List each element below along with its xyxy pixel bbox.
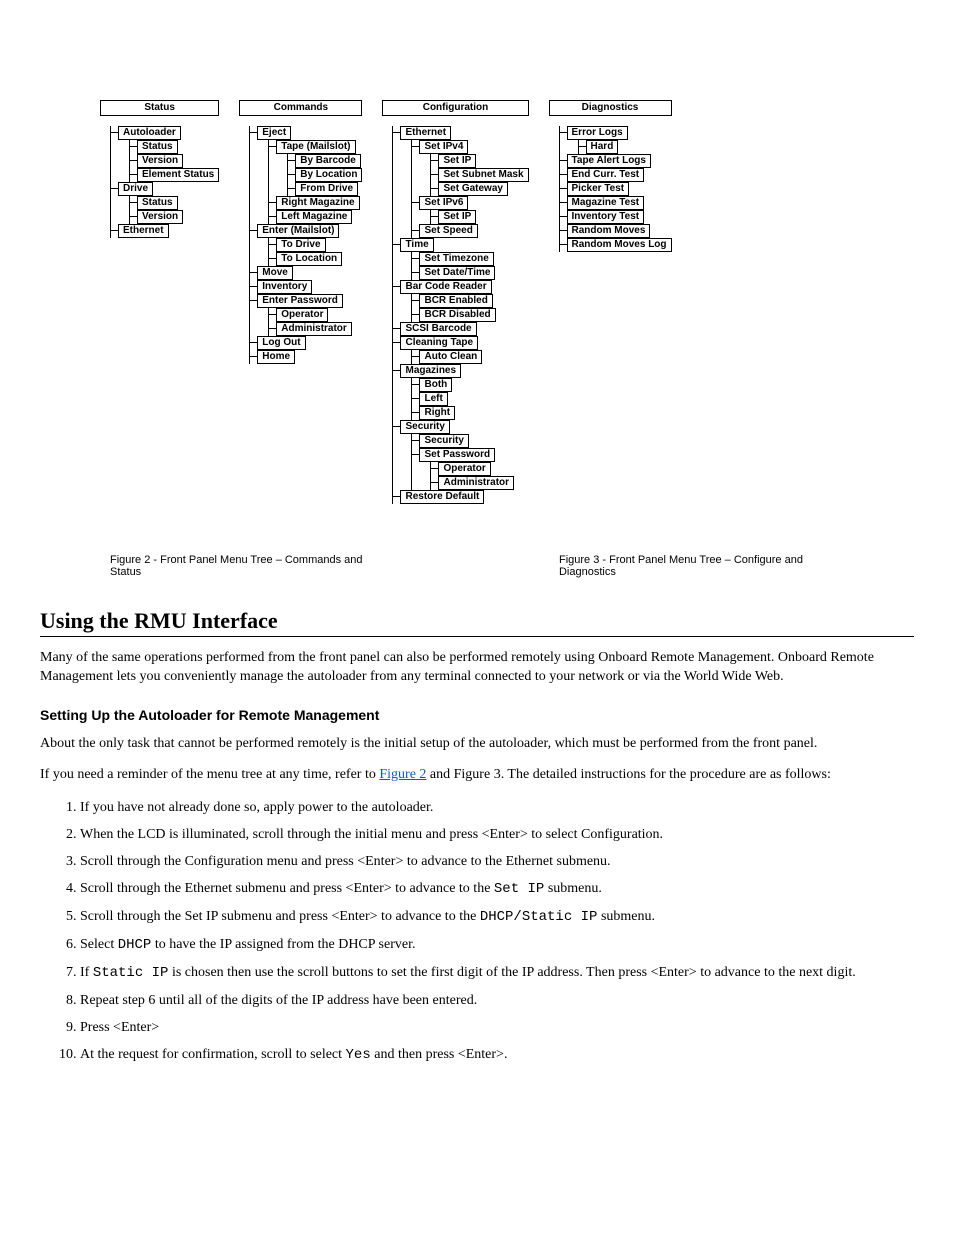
- heading-setup-remote: Setting Up the Autoloader for Remote Man…: [40, 707, 914, 723]
- tree-node: Version: [137, 210, 183, 224]
- figure-2-link[interactable]: Figure 2: [379, 767, 426, 782]
- tree-node: BCR Disabled: [419, 308, 495, 322]
- tree-node: Hard: [586, 140, 619, 154]
- tree-node: Restore Default: [400, 490, 484, 504]
- tree-header: Diagnostics: [549, 100, 672, 116]
- step-6: Select DHCP to have the IP assigned from…: [80, 934, 914, 956]
- status-menu-tree: StatusAutoloaderStatusVersionElement Sta…: [100, 100, 219, 238]
- tree-node: Autoloader: [118, 126, 181, 140]
- tree-node: Operator: [276, 308, 328, 322]
- tree-node: Magazine Test: [567, 196, 645, 210]
- tree-node: Bar Code Reader: [400, 280, 491, 294]
- tree-node: Log Out: [257, 336, 305, 350]
- diagnostics-menu-tree: Diagnostics Error LogsHardTape Alert Logs…: [549, 100, 672, 252]
- tree-node: Set Subnet Mask: [438, 168, 528, 182]
- tree-node: Element Status: [137, 168, 219, 182]
- tree-node: Inventory: [257, 280, 312, 294]
- menu-trees-figure: StatusAutoloaderStatusVersionElement Sta…: [40, 0, 914, 524]
- tree-node: Set Timezone: [419, 252, 493, 266]
- step-5: Scroll through the Set IP submenu and pr…: [80, 906, 914, 928]
- tree-node: From Drive: [295, 182, 358, 196]
- tree-node: Set Date/Time: [419, 266, 495, 280]
- step-8: Repeat step 6 until all of the digits of…: [80, 990, 914, 1011]
- tree-node: Time: [400, 238, 433, 252]
- figure-3-caption: Figure 3 - Front Panel Menu Tree – Confi…: [559, 554, 844, 578]
- step-4: Scroll through the Ethernet submenu and …: [80, 878, 914, 900]
- tree-node: Administrator: [438, 476, 514, 490]
- tree-node: Random Moves: [567, 224, 651, 238]
- tree-node: Move: [257, 266, 293, 280]
- tree-node: Operator: [438, 462, 490, 476]
- tree-node: Picker Test: [567, 182, 630, 196]
- tree-node: Tape Alert Logs: [567, 154, 651, 168]
- tree-node: Set Speed: [419, 224, 477, 238]
- tree-node: Status: [137, 196, 178, 210]
- para-rmu-intro: Many of the same operations performed fr…: [40, 649, 914, 687]
- tree-node: To Location: [276, 252, 342, 266]
- tree-node: Right: [419, 406, 455, 420]
- tree-node: BCR Enabled: [419, 294, 492, 308]
- step-2: When the LCD is illuminated, scroll thro…: [80, 824, 914, 845]
- tree-node: Cleaning Tape: [400, 336, 478, 350]
- figure-2-caption: Figure 2 - Front Panel Menu Tree – Comma…: [110, 554, 379, 578]
- step-9: Press <Enter>: [80, 1017, 914, 1038]
- tree-node: Left Magazine: [276, 210, 352, 224]
- heading-using-rmu: Using the RMU Interface: [40, 608, 914, 637]
- tree-node: To Drive: [276, 238, 325, 252]
- tree-node: By Location: [295, 168, 362, 182]
- step-7: If Static IP is chosen then use the scro…: [80, 962, 914, 984]
- setup-steps-list: If you have not already done so, apply p…: [60, 797, 914, 1066]
- tree-node: Set IP: [438, 210, 476, 224]
- step-10: At the request for confirmation, scroll …: [80, 1044, 914, 1066]
- tree-node: Set IPv6: [419, 196, 468, 210]
- para-reminder: If you need a reminder of the menu tree …: [40, 766, 914, 785]
- tree-node: Enter Password: [257, 294, 343, 308]
- tree-node: Ethernet: [118, 224, 169, 238]
- tree-node: Home: [257, 350, 295, 364]
- step-3: Scroll through the Configuration menu an…: [80, 851, 914, 872]
- tree-node: Enter (Mailslot): [257, 224, 339, 238]
- tree-node: Version: [137, 154, 183, 168]
- tree-node: Random Moves Log: [567, 238, 672, 252]
- para-remote-exception: About the only task that cannot be perfo…: [40, 735, 914, 754]
- tree-node: Magazines: [400, 364, 461, 378]
- tree-node: End Curr. Test: [567, 168, 645, 182]
- tree-node: Security: [400, 420, 449, 434]
- tree-node: Administrator: [276, 322, 352, 336]
- tree-node: Auto Clean: [419, 350, 482, 364]
- tree-node: Left: [419, 392, 447, 406]
- tree-node: Security: [419, 434, 468, 448]
- tree-node: SCSI Barcode: [400, 322, 476, 336]
- tree-node: Status: [137, 140, 178, 154]
- tree-header: Configuration: [382, 100, 528, 116]
- tree-node: Tape (Mailslot): [276, 140, 355, 154]
- tree-node: Error Logs: [567, 126, 628, 140]
- tree-header: Status: [100, 100, 219, 116]
- tree-node: Set Gateway: [438, 182, 507, 196]
- tree-node: Set IPv4: [419, 140, 468, 154]
- commands-menu-tree: Commands EjectTape (Mailslot)By BarcodeBy…: [239, 100, 362, 364]
- tree-node: Set Password: [419, 448, 495, 462]
- tree-node: Eject: [257, 126, 291, 140]
- tree-node: Both: [419, 378, 452, 392]
- tree-node: By Barcode: [295, 154, 361, 168]
- tree-node: Ethernet: [400, 126, 451, 140]
- tree-node: Drive: [118, 182, 153, 196]
- tree-node: Inventory Test: [567, 210, 645, 224]
- tree-node: Set IP: [438, 154, 476, 168]
- configuration-menu-tree: ConfigurationEthernetSet IPv4Set IPSet S…: [382, 100, 528, 504]
- step-1: If you have not already done so, apply p…: [80, 797, 914, 818]
- tree-header: Commands: [239, 100, 362, 116]
- tree-node: Right Magazine: [276, 196, 359, 210]
